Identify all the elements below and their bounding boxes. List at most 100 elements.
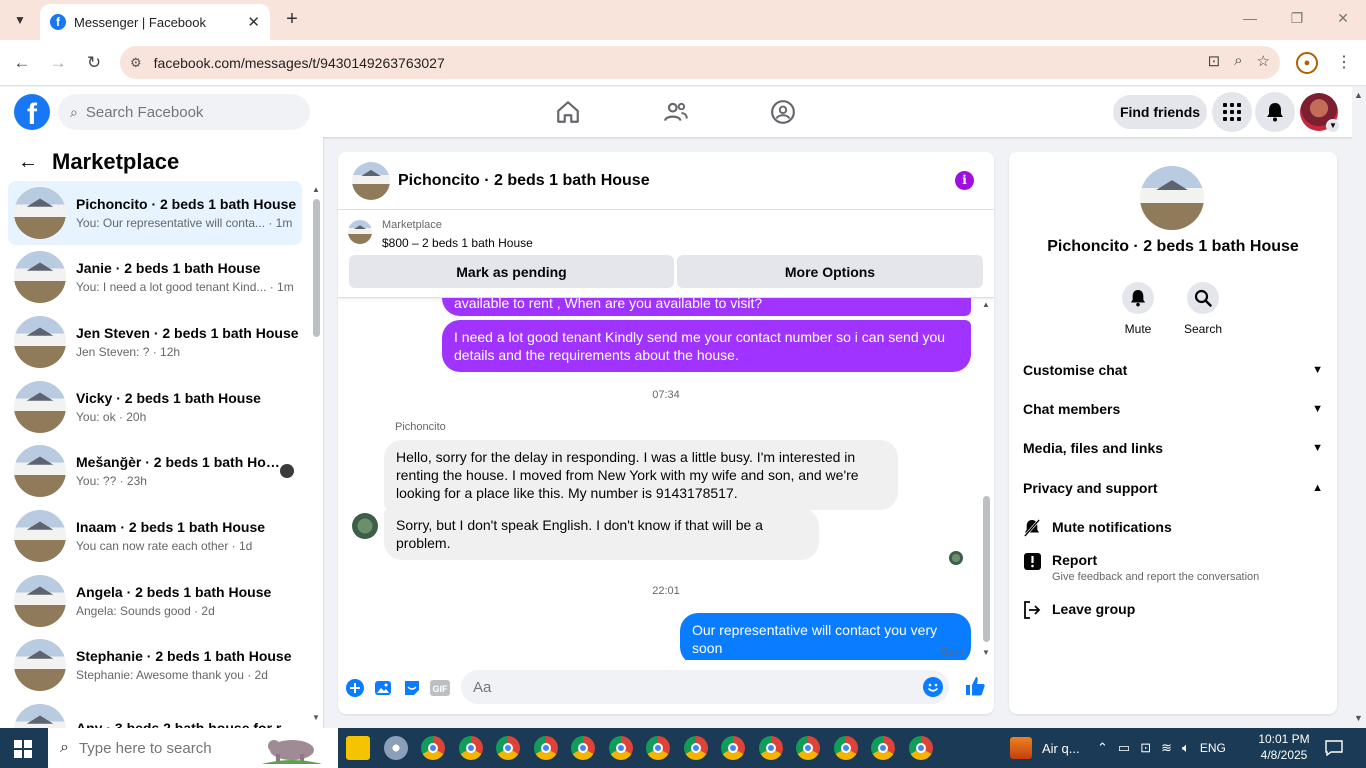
- omnibox[interactable]: ⚙ facebook.com/messages/t/94301492637630…: [120, 46, 1280, 79]
- taskbar-search-input[interactable]: [78, 739, 249, 757]
- info-icon[interactable]: i: [955, 171, 974, 190]
- conversation-item[interactable]: Pichoncito · 2 beds 1 bath House You: Our…: [8, 181, 302, 245]
- windows-start-icon[interactable]: [14, 740, 32, 758]
- notifications-bell-icon[interactable]: [1255, 92, 1295, 132]
- volume-icon[interactable]: 🔈︎: [1182, 740, 1190, 756]
- conversation-item[interactable]: Vicky · 2 beds 1 bath House You: ok · 20h: [8, 375, 302, 439]
- install-app-icon[interactable]: ⊡: [1208, 52, 1221, 70]
- language-indicator[interactable]: ENG: [1200, 741, 1226, 755]
- listing-price[interactable]: $800 – 2 beds 1 bath House: [382, 236, 533, 250]
- contact-avatar[interactable]: [352, 513, 378, 539]
- message-input[interactable]: [473, 678, 903, 696]
- outgoing-message[interactable]: I need a lot good tenant Kindly send me …: [442, 320, 971, 372]
- scroll-up-icon[interactable]: ▲: [1354, 90, 1363, 100]
- forward-arrow-icon[interactable]: →: [47, 52, 69, 74]
- chrome-icon[interactable]: [608, 736, 633, 760]
- notification-center-icon[interactable]: [1325, 728, 1343, 768]
- chrome-icon[interactable]: [646, 736, 670, 760]
- app-icon[interactable]: [383, 736, 408, 760]
- chrome-icon[interactable]: [833, 736, 858, 760]
- chrome-icon[interactable]: [908, 736, 933, 760]
- incoming-message[interactable]: Hello, sorry for the delay in responding…: [384, 440, 898, 510]
- home-icon[interactable]: [555, 99, 581, 125]
- reload-icon[interactable]: ↻: [83, 52, 105, 74]
- incoming-message[interactable]: Sorry, but I don't speak English. I don'…: [384, 508, 819, 560]
- profile-avatar[interactable]: ▼: [1300, 93, 1340, 133]
- scroll-up-icon[interactable]: ▲: [312, 185, 320, 194]
- close-tab-icon[interactable]: ✕: [247, 13, 260, 31]
- chrome-icon[interactable]: [421, 736, 445, 760]
- menu-grid-icon[interactable]: [1212, 92, 1252, 132]
- listing-thumbnail[interactable]: [348, 220, 372, 244]
- search-action[interactable]: Search: [1173, 282, 1233, 336]
- zoom-icon[interactable]: ⌕: [1234, 52, 1242, 70]
- back-arrow-icon[interactable]: ←: [18, 151, 38, 174]
- search-icon[interactable]: [1187, 282, 1219, 314]
- facebook-logo-icon[interactable]: f: [14, 94, 50, 130]
- plus-circle-icon[interactable]: [345, 678, 365, 698]
- chrome-icon[interactable]: [721, 736, 745, 760]
- scrollbar-thumb[interactable]: [983, 496, 990, 642]
- chrome-icon[interactable]: [758, 736, 783, 760]
- clock[interactable]: 10:01 PM 4/8/2025: [1254, 731, 1314, 763]
- bell-icon[interactable]: [1122, 282, 1154, 314]
- more-options-button[interactable]: More Options: [677, 255, 983, 288]
- listing-photo[interactable]: [1140, 166, 1204, 230]
- chat-members-section[interactable]: Chat members ▼: [1023, 397, 1323, 421]
- scroll-up-icon[interactable]: ▲: [982, 300, 990, 309]
- chat-scrollbar[interactable]: ▲ ▼: [980, 298, 992, 660]
- mark-as-pending-button[interactable]: Mark as pending: [349, 255, 674, 288]
- conversation-item[interactable]: Inaam · 2 beds 1 bath House You can now r…: [8, 504, 302, 568]
- find-friends-button[interactable]: Find friends: [1113, 95, 1207, 129]
- restore-icon[interactable]: ❐: [1287, 10, 1307, 27]
- scroll-down-icon[interactable]: ▼: [312, 713, 320, 722]
- facebook-search-input[interactable]: [85, 103, 286, 121]
- site-info-icon[interactable]: ⚙: [130, 55, 142, 71]
- conversation-item[interactable]: Angela · 2 beds 1 bath House Angela: Soun…: [8, 569, 302, 633]
- chevron-up-icon[interactable]: ⌃: [1097, 740, 1108, 756]
- chrome-icon[interactable]: [871, 736, 895, 760]
- gif-icon[interactable]: GIF: [430, 678, 450, 698]
- conversation-item[interactable]: Any · 3 beds 2 bath house for rent: [8, 698, 302, 728]
- bookmark-star-icon[interactable]: ☆: [1257, 52, 1270, 70]
- browser-profile-icon[interactable]: ●: [1296, 52, 1318, 74]
- conversation-item[interactable]: Stephanie · 2 beds 1 bath House Stephanie…: [8, 633, 302, 697]
- thumbs-up-icon[interactable]: [964, 675, 986, 697]
- conversation-item[interactable]: Janie · 2 beds 1 bath House You: I need a…: [8, 245, 302, 309]
- browser-tab[interactable]: f Messenger | Facebook ✕: [40, 4, 270, 40]
- url-text[interactable]: facebook.com/messages/t/9430149263763027: [154, 55, 445, 71]
- scroll-down-icon[interactable]: ▼: [1354, 713, 1363, 723]
- close-window-icon[interactable]: ✕: [1333, 10, 1353, 27]
- friends-icon[interactable]: [663, 99, 689, 125]
- chrome-icon[interactable]: [458, 736, 483, 760]
- chrome-icon[interactable]: [683, 736, 708, 760]
- chrome-icon[interactable]: [571, 736, 595, 760]
- minimize-icon[interactable]: —: [1240, 10, 1260, 26]
- leave-group-option[interactable]: Leave group: [1023, 601, 1323, 619]
- sticky-notes-icon[interactable]: [346, 736, 370, 760]
- sidebar-scrollbar[interactable]: ▲ ▼: [310, 185, 322, 725]
- tab-search-chevron-icon[interactable]: ▼: [8, 8, 32, 32]
- conversation-item[interactable]: Mešanğèr · 2 beds 1 bath Hou... You: ?? ·…: [8, 439, 302, 503]
- chrome-icon[interactable]: [796, 736, 820, 760]
- gallery-icon[interactable]: [373, 678, 393, 698]
- facebook-search[interactable]: ⌕: [58, 94, 310, 130]
- groups-icon[interactable]: [770, 99, 796, 125]
- conversation-item[interactable]: Jen Steven · 2 beds 1 bath House Jen Stev…: [8, 310, 302, 374]
- outgoing-message[interactable]: available to rent , When are you availab…: [442, 298, 971, 316]
- chat-title[interactable]: Pichoncito · 2 beds 1 bath House: [398, 172, 650, 190]
- browser-menu-icon[interactable]: ⋮: [1336, 52, 1352, 72]
- emoji-icon[interactable]: [923, 677, 943, 697]
- outgoing-message[interactable]: Our representative will contact you very…: [680, 613, 971, 660]
- hippo-widget-icon[interactable]: [262, 734, 322, 764]
- sticker-icon[interactable]: [402, 678, 422, 698]
- mute-notifications-option[interactable]: Mute notifications: [1023, 519, 1323, 537]
- listing-thumbnail[interactable]: [352, 161, 390, 200]
- weather-widget[interactable]: Air q...: [1010, 728, 1080, 768]
- privacy-support-section[interactable]: Privacy and support ▲: [1023, 476, 1323, 500]
- battery-icon[interactable]: ▭: [1118, 740, 1130, 756]
- back-arrow-icon[interactable]: ←: [11, 52, 33, 74]
- customise-chat-section[interactable]: Customise chat ▼: [1023, 358, 1323, 382]
- report-option[interactable]: Report Give feedback and report the conv…: [1023, 552, 1323, 583]
- scroll-down-icon[interactable]: ▼: [982, 648, 990, 657]
